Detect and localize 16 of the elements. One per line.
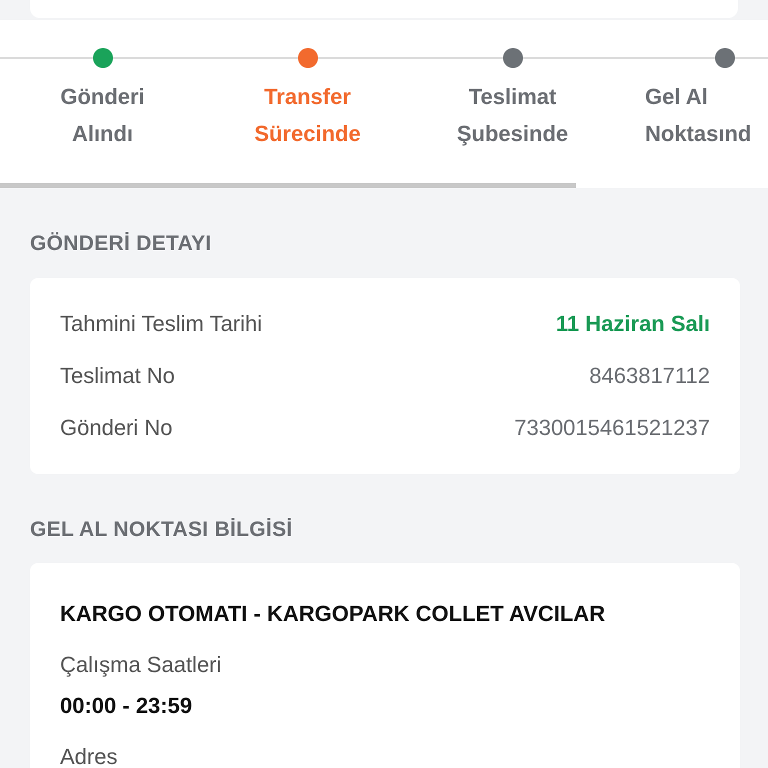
detail-value: 8463817112 (589, 362, 710, 390)
field-label: Adres (60, 743, 118, 768)
section-heading: GEL AL NOKTASI BİLGİSİ (30, 516, 294, 542)
pickup-name: KARGO OTOMATI - KARGOPARK COLLET AVCILAR (60, 600, 606, 628)
field-label: Çalışma Saatleri (60, 651, 222, 679)
step-label: Teslimat Şubesinde (456, 83, 568, 148)
detail-value: 7330015461521237 (514, 414, 710, 442)
step-label: Gel Al Noktasınd (645, 83, 752, 148)
step-label: Gönderi Alındı (60, 83, 145, 148)
section-heading: GÖNDERİ DETAYI (30, 231, 213, 257)
detail-value: 11 Haziran Salı (556, 310, 710, 338)
step-label: Transfer Sürecinde (254, 83, 361, 148)
detail-label: Tahmini Teslim Tarihi (60, 310, 262, 338)
hours-value: 00:00 - 23:59 (60, 692, 194, 720)
detail-label: Teslimat No (60, 362, 175, 390)
detail-label: Gönderi No (60, 414, 173, 442)
